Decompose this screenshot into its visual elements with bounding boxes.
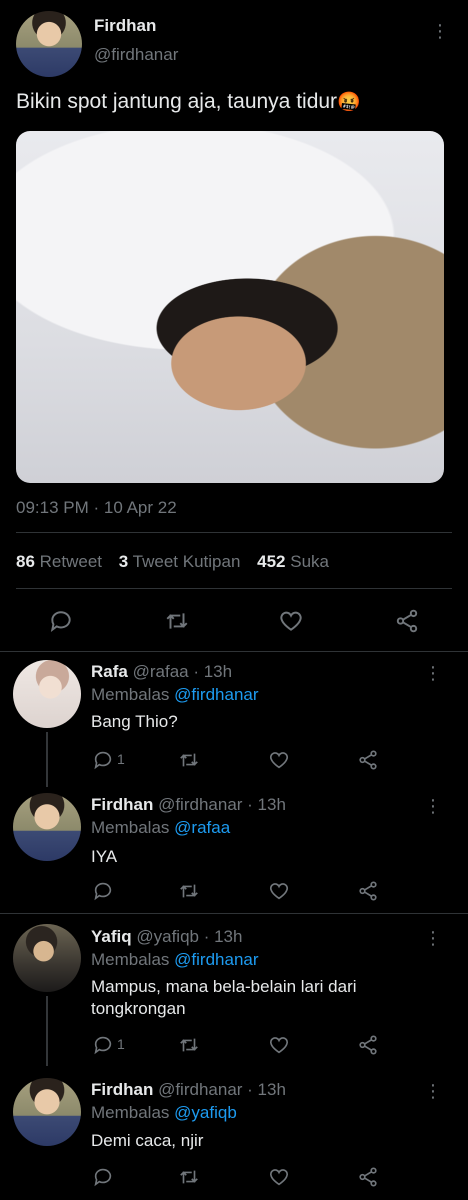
reply-text: IYA	[91, 847, 118, 866]
likes-stat[interactable]: 452 Suka	[257, 552, 329, 571]
reply-author-name[interactable]: Firdhan	[91, 795, 153, 814]
replying-to: Membalas @firdhanar	[91, 950, 259, 970]
reply-author-name[interactable]: Firdhan	[91, 1080, 153, 1099]
reply-icon[interactable]	[92, 880, 114, 902]
reply-header: Firdhan @firdhanar · 13h	[91, 795, 286, 815]
more-icon[interactable]: ⋮	[424, 929, 442, 947]
replying-to: Membalas @firdhanar	[91, 685, 259, 705]
reply-header: Rafa @rafaa · 13h	[91, 662, 232, 682]
likes-count: 452	[257, 552, 286, 571]
reply-time[interactable]: · 13h	[247, 1080, 286, 1099]
reply-header: Firdhan @firdhanar · 13h	[91, 1080, 286, 1100]
avatar[interactable]	[13, 1078, 81, 1146]
replying-label: Membalas	[91, 818, 170, 837]
angry-emoji-icon: 🤬	[337, 91, 361, 113]
like-icon[interactable]	[268, 880, 290, 902]
reply-author-handle[interactable]: @yafiqb	[136, 927, 199, 946]
like-icon[interactable]	[268, 1166, 290, 1188]
replying-to-link[interactable]: @firdhanar	[174, 685, 258, 704]
avatar[interactable]	[16, 11, 82, 77]
like-icon[interactable]	[268, 1034, 290, 1056]
reply-time[interactable]: · 13h	[193, 662, 232, 681]
avatar[interactable]	[13, 924, 81, 992]
retweets-label: Retweet	[39, 552, 103, 571]
divider	[0, 651, 468, 652]
reply-text: Mampus, mana bela-belain lari dari tongk…	[91, 976, 357, 1020]
tweet-text: Bikin spot jantung aja, taunya tidur🤬	[16, 90, 361, 114]
reply-header: Yafiq @yafiqb · 13h	[91, 927, 242, 947]
reply-count: 1	[117, 1036, 125, 1052]
thread-line	[46, 996, 48, 1066]
replying-label: Membalas	[91, 685, 170, 704]
reply-icon[interactable]	[48, 608, 74, 634]
reply-icon[interactable]	[92, 749, 114, 771]
reply-text: Bang Thio?	[91, 712, 178, 731]
like-icon[interactable]	[278, 608, 304, 634]
tweet-text-body: Bikin spot jantung aja, taunya tidur	[16, 90, 338, 113]
more-icon[interactable]: ⋮	[424, 664, 442, 682]
retweet-icon[interactable]	[178, 1166, 200, 1188]
retweet-icon[interactable]	[164, 608, 190, 634]
share-icon[interactable]	[357, 880, 379, 902]
replying-to-link[interactable]: @yafiqb	[174, 1103, 237, 1122]
reply-author-name[interactable]: Rafa	[91, 662, 128, 681]
tweet-timestamp[interactable]: 09:13 PM · 10 Apr 22	[16, 498, 177, 518]
reply-author-handle[interactable]: @firdhanar	[158, 1080, 242, 1099]
author-handle[interactable]: @firdhanar	[94, 45, 178, 65]
more-icon[interactable]: ⋮	[424, 1082, 442, 1100]
share-icon[interactable]	[394, 608, 420, 634]
divider	[16, 588, 452, 589]
retweets-count: 86	[16, 552, 35, 571]
retweets-stat[interactable]: 86 Retweet	[16, 552, 107, 571]
tweet-stats: 86 Retweet 3 Tweet Kutipan 452 Suka	[16, 552, 329, 572]
author-name[interactable]: Firdhan	[94, 16, 156, 36]
quotes-label: Tweet Kutipan	[132, 552, 241, 571]
replying-to: Membalas @rafaa	[91, 818, 230, 838]
reply-count: 1	[117, 751, 125, 767]
quotes-count: 3	[118, 552, 129, 571]
retweet-icon[interactable]	[178, 749, 200, 771]
replying-to-link[interactable]: @firdhanar	[174, 950, 258, 969]
share-icon[interactable]	[357, 1034, 379, 1056]
share-icon[interactable]	[357, 1166, 379, 1188]
reply-text: Demi caca, njir	[91, 1131, 204, 1150]
more-icon[interactable]: ⋮	[431, 22, 449, 40]
reply-author-handle[interactable]: @rafaa	[133, 662, 189, 681]
reply-text-line: tongkrongan	[91, 999, 186, 1018]
quotes-stat[interactable]: 3 Tweet Kutipan	[119, 552, 245, 571]
avatar[interactable]	[13, 660, 81, 728]
share-icon[interactable]	[357, 749, 379, 771]
thread-line	[46, 732, 48, 787]
divider	[0, 913, 468, 914]
likes-label: Suka	[290, 552, 329, 571]
replying-label: Membalas	[91, 950, 170, 969]
reply-text-line: Mampus, mana bela-belain lari dari	[91, 977, 357, 996]
reply-icon[interactable]	[92, 1166, 114, 1188]
like-icon[interactable]	[268, 749, 290, 771]
retweet-icon[interactable]	[178, 1034, 200, 1056]
tweet-photo[interactable]	[16, 131, 444, 483]
reply-author-handle[interactable]: @firdhanar	[158, 795, 242, 814]
reply-time[interactable]: · 13h	[247, 795, 286, 814]
replying-label: Membalas	[91, 1103, 170, 1122]
more-icon[interactable]: ⋮	[424, 797, 442, 815]
reply-author-name[interactable]: Yafiq	[91, 927, 132, 946]
replying-to: Membalas @yafiqb	[91, 1103, 237, 1123]
reply-time[interactable]: · 13h	[204, 927, 243, 946]
divider	[16, 532, 452, 533]
retweet-icon[interactable]	[178, 880, 200, 902]
reply-icon[interactable]	[92, 1034, 114, 1056]
replying-to-link[interactable]: @rafaa	[174, 818, 230, 837]
avatar[interactable]	[13, 793, 81, 861]
